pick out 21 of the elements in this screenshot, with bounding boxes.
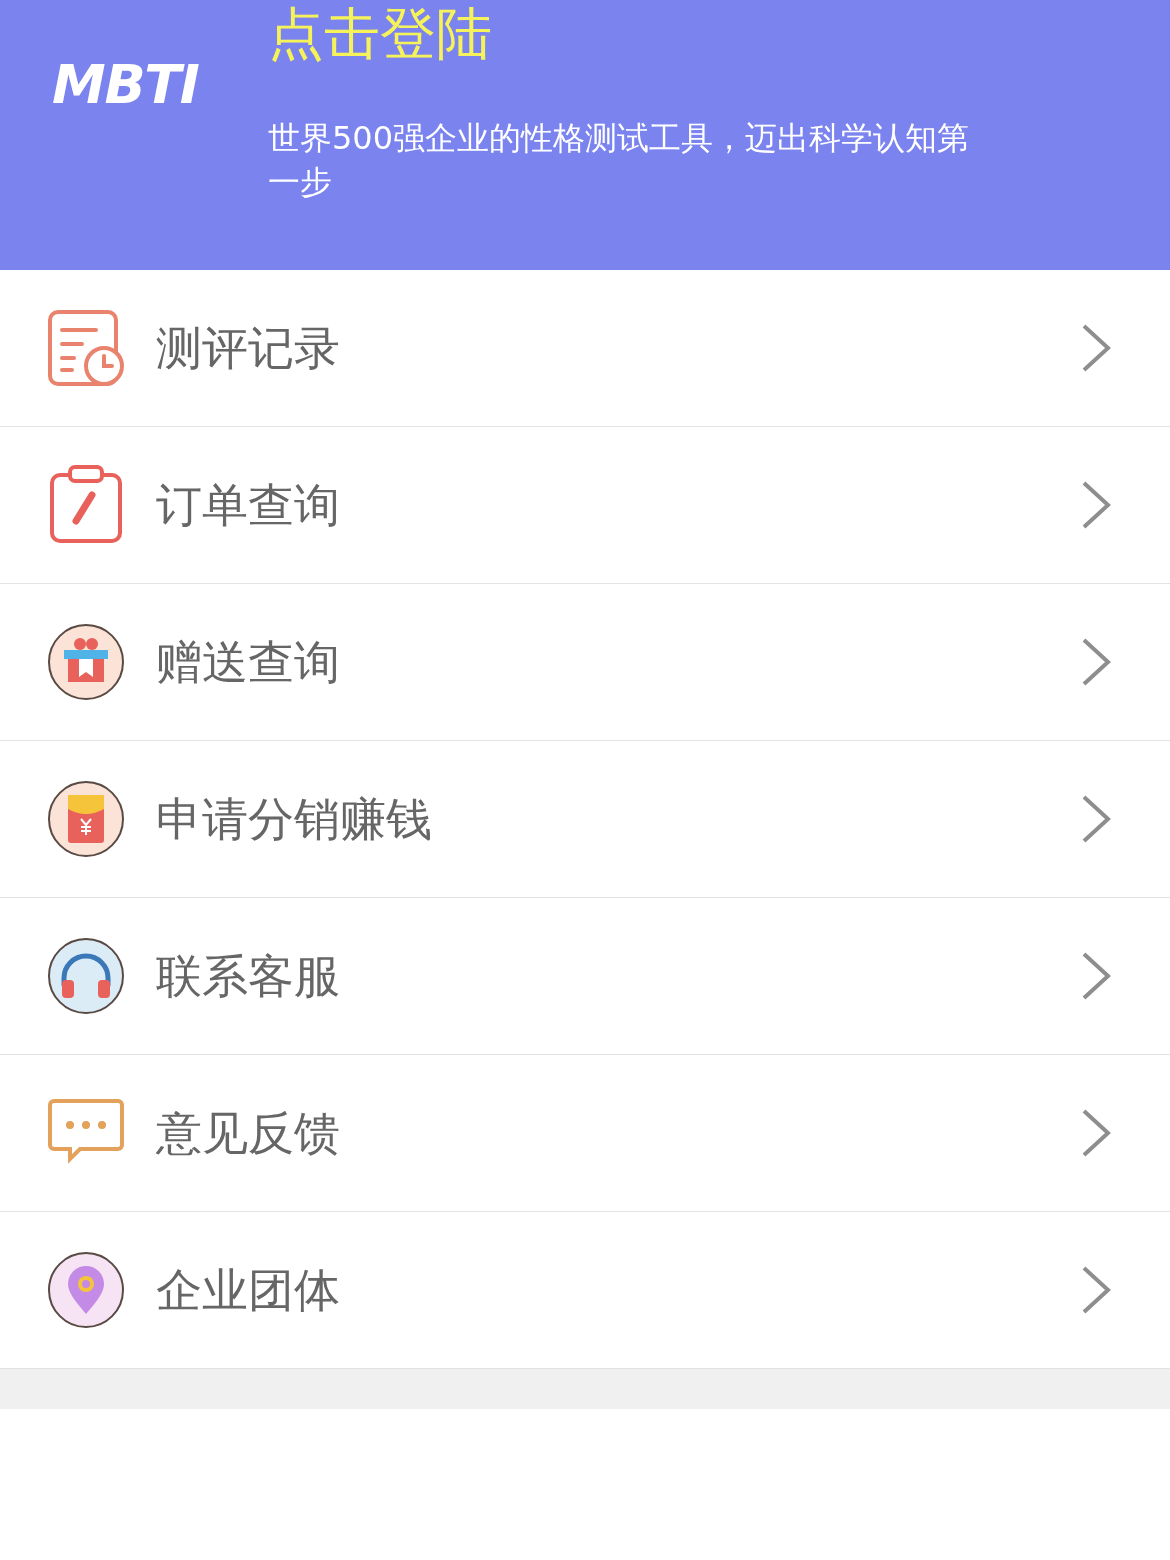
- gift-icon: [46, 622, 126, 702]
- chevron-right-icon: [1080, 1108, 1112, 1158]
- location-pin-icon: [46, 1250, 126, 1330]
- document-clock-icon: [46, 308, 126, 388]
- menu-label: 赠送查询: [156, 633, 341, 691]
- menu-label: 意见反馈: [156, 1104, 341, 1162]
- menu-label: 测评记录: [156, 319, 341, 377]
- menu-label: 企业团体: [156, 1261, 341, 1319]
- chevron-right-icon: [1080, 637, 1112, 687]
- menu-label: 申请分销赚钱: [156, 790, 433, 848]
- headset-icon: [46, 936, 126, 1016]
- chevron-right-icon: [1080, 323, 1112, 373]
- logo: MBTI: [52, 58, 199, 112]
- chevron-right-icon: [1080, 480, 1112, 530]
- chevron-right-icon: [1080, 951, 1112, 1001]
- menu-label: 订单查询: [156, 476, 341, 534]
- menu-label: 联系客服: [156, 947, 341, 1005]
- chevron-right-icon: [1080, 794, 1112, 844]
- chevron-right-icon: [1080, 1265, 1112, 1315]
- money-envelope-icon: [46, 779, 126, 859]
- subtitle: 世界500强企业的性格测试工具，迈出科学认知第一步: [268, 118, 971, 203]
